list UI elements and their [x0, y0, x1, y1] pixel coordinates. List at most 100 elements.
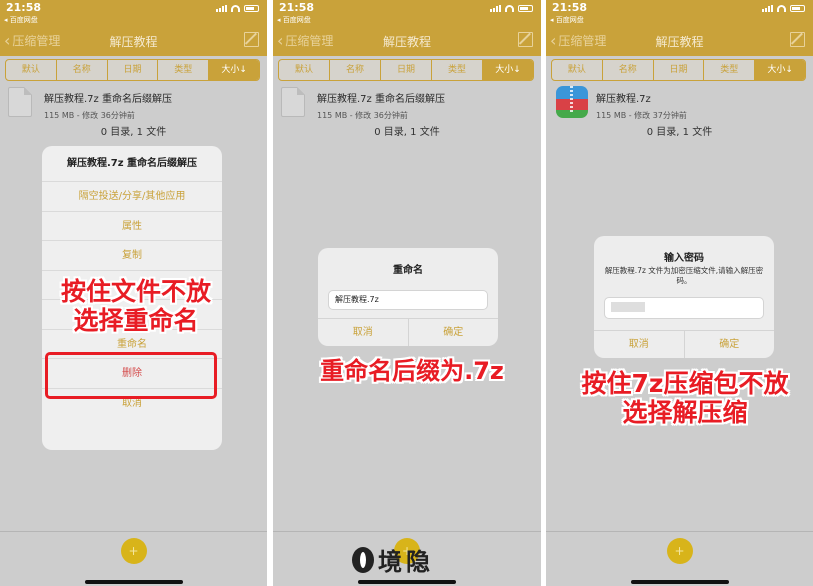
file-name: 解压教程.7z 重命名后缀解压: [44, 94, 172, 105]
annotation-line: 重命名后缀为.7z: [320, 357, 504, 385]
signal-icon: [490, 5, 501, 12]
password-input[interactable]: [604, 297, 764, 319]
file-name: 解压教程.7z: [596, 94, 651, 105]
sort-segmented-control: 默认 名称 日期 类型 大小↓: [5, 59, 260, 81]
annotation-line: 按住文件不放: [60, 277, 211, 306]
edit-icon[interactable]: [244, 32, 259, 47]
file-list-item[interactable]: 解压教程.7z 重命名后缀解压 115 MB - 修改 36分钟前: [281, 86, 533, 126]
sort-tab-date[interactable]: 日期: [654, 60, 705, 80]
sort-tab-name[interactable]: 名称: [330, 60, 381, 80]
wifi-icon: [231, 5, 240, 12]
panel-rename-dialog: 21:58 ◂ 百度网盘 ‹ 压缩管理 解压教程 默认 名称 日期 类型 大小↓ …: [273, 0, 541, 586]
password-dialog: 输入密码 解压教程.7z 文件为加密压缩文件,请输入解压密码。 取消 确定: [594, 236, 774, 358]
action-properties[interactable]: 属性: [42, 212, 222, 241]
watermark-text: 境隐: [378, 547, 434, 576]
sort-tab-date[interactable]: 日期: [381, 60, 432, 80]
file-list-item[interactable]: 解压教程.7z 重命名后缀解压 115 MB - 修改 36分钟前: [8, 86, 259, 126]
home-indicator: [358, 580, 456, 584]
wifi-icon: [505, 5, 514, 12]
battery-icon: [244, 5, 259, 12]
redacted-text: [611, 301, 645, 312]
confirm-button[interactable]: 确定: [685, 331, 775, 358]
home-indicator: [630, 580, 729, 584]
nav-title: 解压教程: [655, 35, 704, 49]
sort-tab-default[interactable]: 默认: [6, 60, 57, 80]
file-meta: 115 MB - 修改 37分钟前: [596, 111, 687, 120]
nav-title: 解压教程: [109, 35, 158, 49]
watermark-logo-icon: [352, 546, 374, 573]
back-to-app-link[interactable]: ◂ 百度网盘: [4, 15, 38, 25]
annotation-line: 选择重命名: [73, 305, 199, 335]
header: 21:58 ◂ 百度网盘 ‹ 压缩管理 解压教程: [546, 0, 813, 56]
status-time: 21:58: [552, 1, 588, 14]
action-copy[interactable]: 复制: [42, 241, 222, 271]
edit-icon[interactable]: [518, 32, 533, 47]
edit-icon[interactable]: [790, 32, 805, 47]
dialog-message: 解压教程.7z 文件为加密压缩文件,请输入解压密码。: [604, 266, 764, 285]
signal-icon: [216, 5, 227, 12]
action-share[interactable]: 隔空投送/分享/其他应用: [42, 182, 222, 212]
add-button[interactable]: +: [666, 538, 693, 564]
status-icons: [762, 5, 805, 12]
dialog-buttons: 取消 确定: [318, 318, 498, 346]
tutorial-screenshot: 21:58 ◂ 百度网盘 ‹ 压缩管理 解压教程 默认 名称 日期 类型 大小↓ …: [0, 0, 813, 586]
annotation-step-3: 按住7z压缩包不放 选择解压缩: [560, 369, 810, 428]
battery-icon: [790, 5, 805, 12]
dialog-buttons: 取消 确定: [594, 330, 774, 358]
status-icons: [490, 5, 533, 12]
rename-input[interactable]: 解压教程.7z: [328, 290, 488, 310]
annotation-step-2: 重命名后缀为.7z: [292, 357, 532, 386]
toolbar-divider: [0, 531, 267, 532]
document-icon: [8, 87, 32, 117]
add-button[interactable]: +: [120, 538, 147, 564]
toolbar-divider: [273, 531, 541, 532]
nav-title: 解压教程: [382, 35, 431, 49]
home-indicator: [84, 580, 183, 584]
header: 21:58 ◂ 百度网盘 ‹ 压缩管理 解压教程: [0, 0, 267, 56]
sort-segmented-control: 默认 名称 日期 类型 大小↓: [551, 59, 806, 81]
sort-tab-default[interactable]: 默认: [552, 60, 603, 80]
sort-tab-type[interactable]: 类型: [158, 60, 210, 80]
header: 21:58 ◂ 百度网盘 ‹ 压缩管理 解压教程: [273, 0, 541, 56]
wifi-icon: [777, 5, 786, 12]
cancel-button[interactable]: 取消: [594, 331, 685, 358]
file-meta: 115 MB - 修改 36分钟前: [317, 111, 408, 120]
status-time: 21:58: [279, 1, 315, 14]
rename-dialog: 重命名 解压教程.7z 取消 确定: [318, 248, 498, 346]
rename-highlight-box: [45, 352, 217, 399]
sort-tab-name[interactable]: 名称: [603, 60, 654, 80]
dialog-title: 输入密码: [664, 253, 704, 264]
file-name: 解压教程.7z 重命名后缀解压: [317, 94, 445, 105]
back-to-app-link[interactable]: ◂ 百度网盘: [277, 15, 311, 25]
status-time: 21:58: [6, 1, 42, 14]
sort-tab-name[interactable]: 名称: [57, 60, 108, 80]
sort-tab-date[interactable]: 日期: [108, 60, 159, 80]
status-icons: [216, 5, 259, 12]
confirm-button[interactable]: 确定: [409, 319, 499, 346]
sort-tab-size[interactable]: 大小↓: [755, 60, 805, 80]
toolbar-divider: [546, 531, 813, 532]
annotation-step-1: 按住文件不放 选择重命名: [36, 277, 236, 336]
sort-segmented-control: 默认 名称 日期 类型 大小↓: [278, 59, 534, 81]
cancel-button[interactable]: 取消: [318, 319, 409, 346]
document-icon: [281, 87, 305, 117]
back-to-app-link[interactable]: ◂ 百度网盘: [550, 15, 584, 25]
battery-icon: [518, 5, 533, 12]
folder-summary: 0 目录, 1 文件: [100, 127, 167, 138]
folder-summary: 0 目录, 1 文件: [646, 127, 713, 138]
folder-summary: 0 目录, 1 文件: [374, 127, 440, 138]
dialog-title: 重命名: [393, 265, 423, 276]
action-sheet-title: 解压教程.7z 重命名后缀解压: [42, 146, 222, 182]
signal-icon: [762, 5, 773, 12]
sort-tab-type[interactable]: 类型: [432, 60, 483, 80]
sort-tab-size[interactable]: 大小↓: [483, 60, 533, 80]
sort-tab-type[interactable]: 类型: [704, 60, 756, 80]
file-list-item[interactable]: 解压教程.7z 115 MB - 修改 37分钟前: [554, 86, 805, 126]
sort-tab-size[interactable]: 大小↓: [209, 60, 259, 80]
file-meta: 115 MB - 修改 36分钟前: [44, 111, 135, 120]
annotation-line: 选择解压缩: [622, 397, 748, 427]
annotation-line: 按住7z压缩包不放: [581, 369, 789, 398]
archive-zip-icon: [556, 86, 588, 118]
sort-tab-default[interactable]: 默认: [279, 60, 330, 80]
panel-password-dialog: 21:58 ◂ 百度网盘 ‹ 压缩管理 解压教程 默认 名称 日期 类型 大小↓ …: [546, 0, 813, 586]
